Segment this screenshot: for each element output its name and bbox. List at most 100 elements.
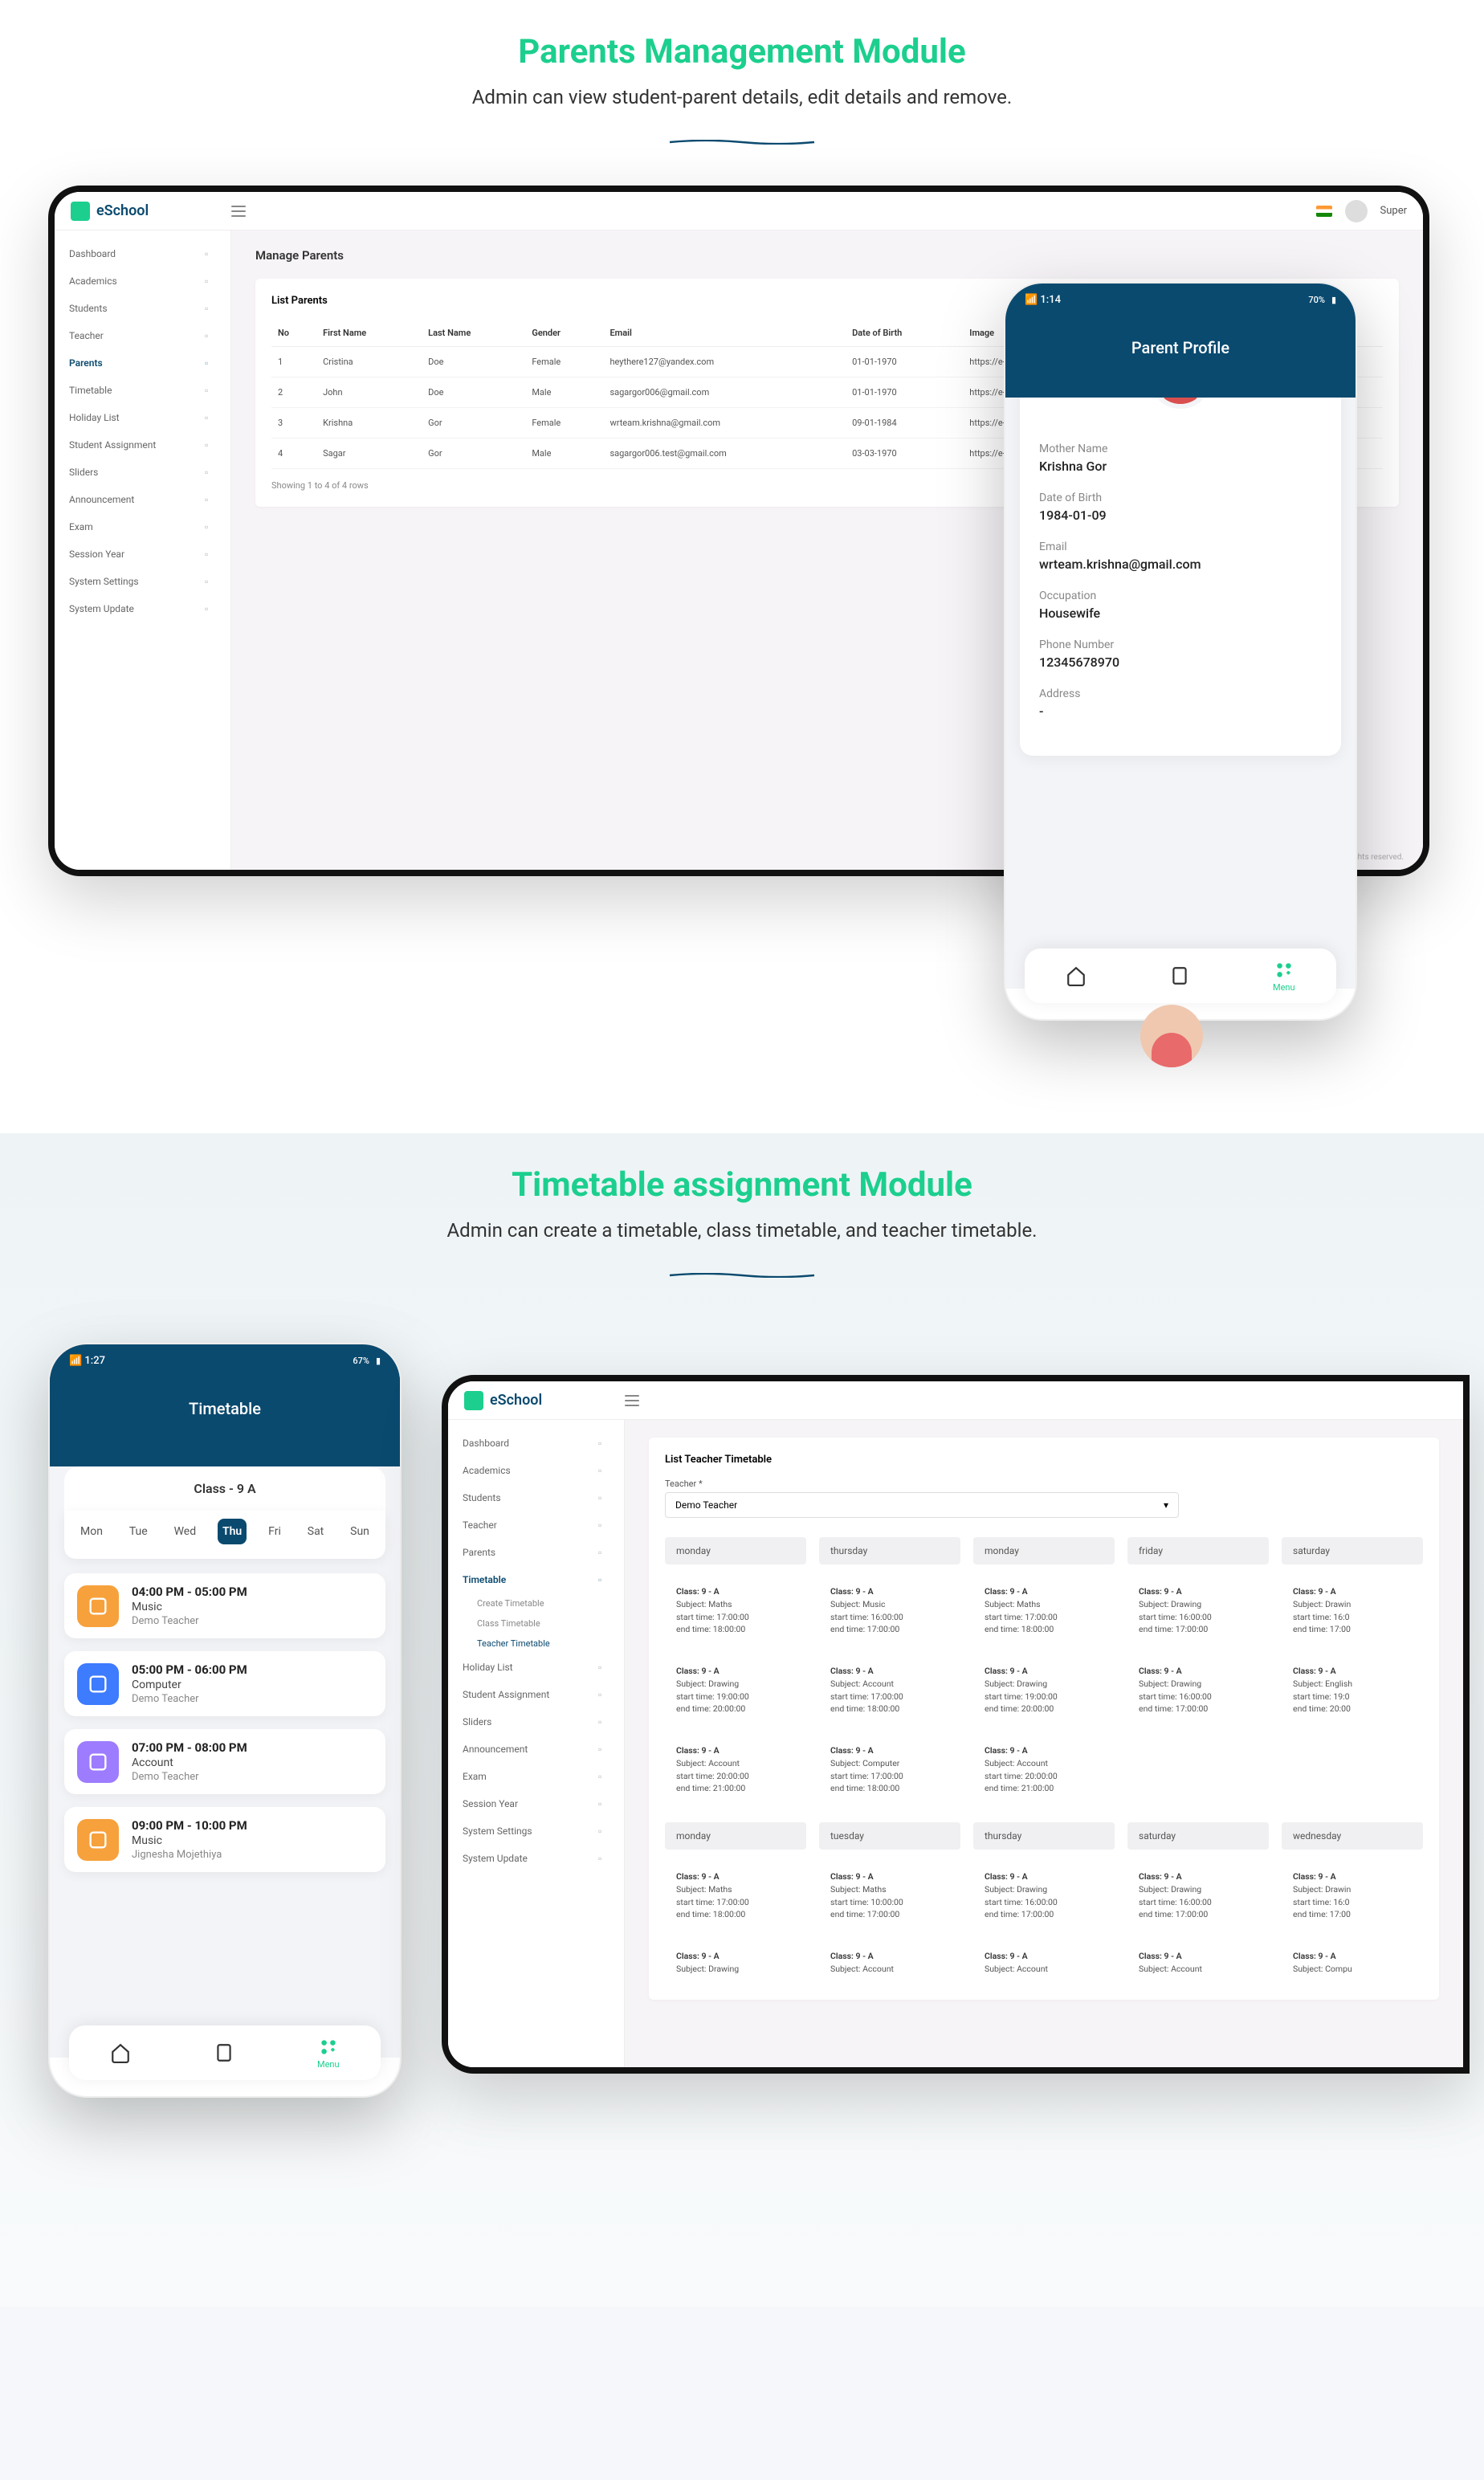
nav-home[interactable] [1066, 965, 1086, 986]
sidebar-item-label: Teacher [463, 1519, 497, 1531]
logo-icon [71, 202, 90, 221]
sidebar-item[interactable]: Students▫ [55, 295, 230, 322]
sidebar-item-label: Session Year [69, 549, 124, 560]
timetable-item[interactable]: 07:00 PM - 08:00 PMAccountDemo Teacher [64, 1729, 385, 1794]
sidebar-item[interactable]: Holiday List▫ [55, 404, 230, 431]
nav-home[interactable] [110, 2042, 131, 2063]
sidebar-icon: ▫ [205, 467, 216, 478]
tt-day-header: thursday [819, 1537, 960, 1564]
sidebar-item[interactable]: Students▫ [448, 1484, 624, 1511]
sidebar-item[interactable]: System Update▫ [448, 1845, 624, 1872]
tt-day-header: friday [1127, 1537, 1269, 1564]
sidebar-item-label: Exam [463, 1771, 487, 1782]
tt-cell: Class: 9 - ASubject: Computerstart time:… [819, 1736, 960, 1803]
nav-book[interactable] [1169, 965, 1190, 986]
field-value: 12345678970 [1039, 655, 1322, 670]
sidebar-item[interactable]: Teacher▫ [448, 1511, 624, 1539]
sidebar-item[interactable]: Timetable▫ [448, 1566, 624, 1593]
table-header[interactable]: Last Name [422, 320, 525, 347]
sidebar-item-label: Teacher [69, 330, 104, 341]
sidebar-icon: ▫ [205, 576, 216, 587]
sidebar-item-label: Sliders [463, 1716, 491, 1727]
day-tab[interactable]: Tue [124, 1519, 153, 1544]
sidebar-icon: ▫ [598, 1689, 610, 1700]
tt-cell: Class: 9 - ASubject: Drawing [665, 1942, 806, 1984]
timetable-item[interactable]: 04:00 PM - 05:00 PMMusicDemo Teacher [64, 1573, 385, 1638]
sidebar-subitem[interactable]: Create Timetable [448, 1593, 624, 1613]
day-tab[interactable]: Sun [345, 1519, 374, 1544]
sidebar-subitem[interactable]: Class Timetable [448, 1613, 624, 1634]
sidebar-item[interactable]: Exam▫ [55, 513, 230, 540]
sidebar-item[interactable]: Timetable▫ [55, 377, 230, 404]
table-cell: 03-03-1970 [846, 438, 963, 469]
sidebar-item[interactable]: System Settings▫ [448, 1817, 624, 1845]
field-value: Krishna Gor [1039, 459, 1322, 474]
sidebar-item[interactable]: Teacher▫ [55, 322, 230, 349]
tt-cell: Class: 9 - ASubject: Musicstart time: 16… [819, 1577, 960, 1644]
sidebar-item-label: Parents [463, 1547, 495, 1558]
hamburger-icon[interactable] [231, 206, 246, 217]
field-label: Date of Birth [1039, 492, 1322, 504]
sidebar-item[interactable]: Session Year▫ [448, 1790, 624, 1817]
tt-cell: Class: 9 - ASubject: Accountstart time: … [819, 1657, 960, 1723]
sidebar-item[interactable]: Student Assignment▫ [448, 1681, 624, 1708]
sidebar-item[interactable]: Parents▫ [448, 1539, 624, 1566]
class-chip[interactable]: Class - 9 A [64, 1466, 385, 1511]
sidebar-item-label: Session Year [463, 1798, 518, 1809]
day-tab[interactable]: Sat [303, 1519, 329, 1544]
brand-logo[interactable]: eSchool [464, 1391, 625, 1410]
sidebar-item[interactable]: Student Assignment▫ [55, 431, 230, 459]
day-tab[interactable]: Wed [169, 1519, 202, 1544]
table-header[interactable]: Gender [525, 320, 603, 347]
sidebar-item[interactable]: Exam▫ [448, 1763, 624, 1790]
sidebar-item[interactable]: Parents▫ [55, 349, 230, 377]
brand-logo[interactable]: eSchool [71, 202, 231, 221]
field-label: Occupation [1039, 589, 1322, 602]
sidebar-item[interactable]: System Settings▫ [55, 568, 230, 595]
subject-icon [77, 1663, 119, 1705]
table-header[interactable]: Email [603, 320, 846, 347]
nav-book[interactable] [214, 2042, 234, 2063]
table-header[interactable]: Date of Birth [846, 320, 963, 347]
day-tab[interactable]: Fri [263, 1519, 286, 1544]
item-time: 07:00 PM - 08:00 PM [132, 1740, 247, 1755]
item-time: 04:00 PM - 05:00 PM [132, 1585, 247, 1599]
sidebar-icon: ▫ [205, 494, 216, 505]
user-avatar[interactable] [1345, 200, 1368, 222]
tt-cell: Class: 9 - ASubject: Compu [1282, 1942, 1423, 1984]
status-battery: 70% [1308, 295, 1325, 305]
sidebar-item[interactable]: Holiday List▫ [448, 1654, 624, 1681]
table-header[interactable]: No [271, 320, 316, 347]
profile-field: Emailwrteam.krishna@gmail.com [1039, 540, 1322, 572]
sidebar-item[interactable]: System Update▫ [55, 595, 230, 622]
tt-cell [1127, 1736, 1269, 1803]
timetable-item[interactable]: 05:00 PM - 06:00 PMComputerDemo Teacher [64, 1651, 385, 1716]
sidebar-item[interactable]: Announcement▫ [448, 1736, 624, 1763]
sidebar-item[interactable]: Announcement▫ [55, 486, 230, 513]
sidebar-item[interactable]: Dashboard▫ [55, 240, 230, 267]
nav-menu[interactable]: Menu [317, 2037, 340, 2070]
teacher-select[interactable]: Demo Teacher ▾ [665, 1492, 1179, 1518]
timetable-item[interactable]: 09:00 PM - 10:00 PMMusicJignesha Mojethi… [64, 1807, 385, 1872]
item-subject: Music [132, 1834, 247, 1847]
tt-day-header: monday [665, 1822, 806, 1850]
sidebar-item[interactable]: Sliders▫ [448, 1708, 624, 1736]
day-tab[interactable]: Mon [75, 1519, 108, 1544]
day-tab[interactable]: Thu [218, 1519, 247, 1544]
table-header[interactable]: First Name [316, 320, 422, 347]
sidebar-item[interactable]: Academics▫ [448, 1457, 624, 1484]
profile-avatar [1149, 398, 1212, 409]
sidebar-item[interactable]: Dashboard▫ [448, 1430, 624, 1457]
nav-menu[interactable]: Menu [1273, 960, 1295, 993]
day-tabs: Mon Tue Wed Thu Fri Sat Sun [64, 1511, 385, 1559]
sidebar-item[interactable]: Session Year▫ [55, 540, 230, 568]
phone-title: Parent Profile [1005, 316, 1356, 398]
table-cell: wrteam.krishna@gmail.com [603, 408, 846, 438]
sidebar-item[interactable]: Sliders▫ [55, 459, 230, 486]
flag-icon[interactable] [1316, 206, 1332, 217]
sidebar-item-label: Holiday List [463, 1662, 513, 1673]
peek-avatar [1140, 1005, 1203, 1067]
sidebar-subitem[interactable]: Teacher Timetable [448, 1634, 624, 1654]
hamburger-icon[interactable] [625, 1395, 639, 1406]
sidebar-item[interactable]: Academics▫ [55, 267, 230, 295]
